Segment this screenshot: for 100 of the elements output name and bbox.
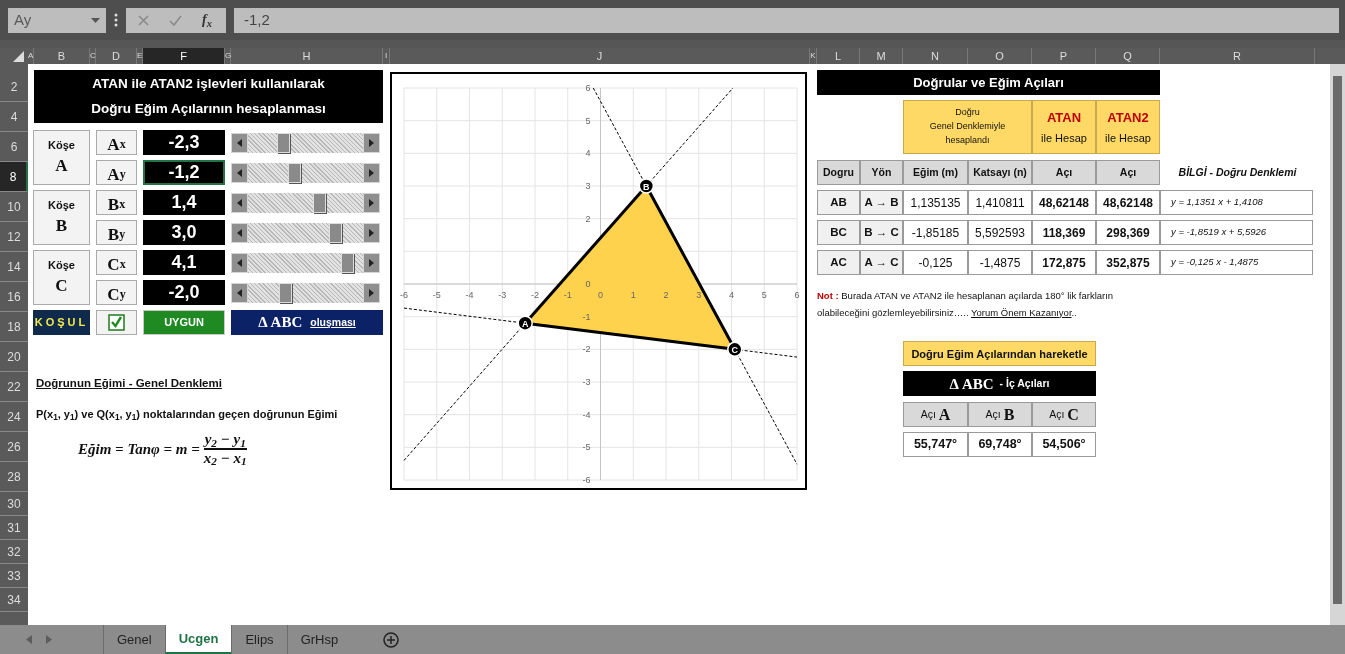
column-heading: Yön (860, 160, 903, 185)
tick-label: -5 (432, 290, 441, 300)
table-cell: y = -1,8519 x + 5,5926 (1160, 220, 1313, 245)
table-cell: 298,369 (1096, 220, 1160, 245)
left-arrow-icon (237, 258, 242, 267)
value-cell[interactable]: 1,4 (143, 190, 225, 215)
slider-left-button[interactable] (231, 222, 248, 243)
slider-left-button[interactable] (231, 192, 248, 213)
table-cell: -1,4875 (968, 250, 1032, 275)
triangle-label: Δ ABC (258, 313, 303, 333)
slider-thumb[interactable] (278, 282, 292, 303)
slider-thumb[interactable] (329, 222, 343, 243)
coordinate-label: Cx (96, 250, 137, 275)
point-label: C (731, 344, 739, 355)
caret-icon (91, 17, 100, 23)
slider-thumb[interactable] (288, 162, 301, 183)
right-arrow-icon (369, 198, 374, 207)
table-cell: B → C (860, 220, 903, 245)
name-box[interactable]: Ay (8, 7, 106, 33)
check-icon[interactable] (169, 14, 182, 26)
right-arrow-icon (369, 138, 374, 147)
slider-left-button[interactable] (231, 252, 248, 273)
condition-label: KOŞUL (33, 310, 90, 335)
tick-label: 2 (585, 213, 591, 224)
corner-letter: C (55, 275, 68, 297)
sheet-tab[interactable]: GrHsp (286, 625, 352, 654)
column-heading: Açı B (968, 402, 1032, 428)
point-label: A (521, 318, 529, 329)
table-cell: y = 1,1351 x + 1,4108 (1160, 190, 1313, 215)
scrollbar-thumb[interactable] (1333, 76, 1342, 604)
vertical-scrollbar[interactable] (1330, 64, 1345, 625)
row-header[interactable]: 8 (0, 162, 28, 192)
table-cell: 5,592593 (968, 220, 1032, 245)
tick-label: -4 (582, 409, 591, 420)
value-cell[interactable]: -2,3 (143, 130, 225, 155)
tick-label: -1 (563, 290, 572, 300)
slider-right-button[interactable] (363, 132, 380, 153)
coordinate-label: Cy (96, 280, 137, 305)
coordinate-label: Bx (96, 190, 137, 215)
slope-sentence: P(x$_{1}$, y$_{1}$) ve Q(x$_{1}$, y$_{1}$) noktalarından geçen doğrunun Eğimi (36, 407, 339, 423)
tick-label: -6 (582, 475, 591, 485)
section-title: Doğrular ve Eğim Açıları (817, 70, 1160, 95)
sheet-tab[interactable]: Ucgen (164, 625, 232, 654)
slider-left-button[interactable] (231, 282, 248, 303)
tick-label: -2 (531, 290, 539, 300)
slider-right-button[interactable] (363, 222, 380, 243)
right-arrow-icon (369, 258, 374, 267)
corner-word: Köşe (48, 197, 75, 213)
add-sheet-icon[interactable] (383, 631, 400, 648)
slider-left-button[interactable] (231, 132, 248, 153)
right-arrow-icon (369, 168, 374, 177)
table-cell: -1,85185 (903, 220, 968, 245)
banner-text: - İç Açıları (999, 375, 1050, 391)
table-cell: 172,875 (1032, 250, 1096, 275)
column-heading: Açı (1032, 160, 1096, 185)
formula-field[interactable]: -1,2 (234, 7, 1339, 33)
value-cell[interactable]: -2,0 (143, 280, 225, 305)
note-link[interactable]: Yorum Önem Kazanıyor (971, 306, 1072, 318)
corner-letter: A (55, 155, 68, 177)
column-heading: Açı A (903, 402, 968, 428)
slider-right-button[interactable] (363, 252, 380, 273)
tick-label: 5 (585, 115, 591, 126)
tick-label: 5 (761, 290, 767, 300)
tick-label: 4 (729, 290, 734, 300)
coordinate-label: By (96, 220, 137, 245)
left-arrow-icon (237, 138, 242, 147)
angles-button[interactable]: Doğru Eğim Açılarından hareketle (903, 341, 1096, 367)
column-heading: Eğim (m) (903, 160, 968, 185)
more-icon[interactable] (114, 13, 118, 27)
tick-label: 6 (585, 83, 591, 93)
tick-label: -2 (582, 344, 591, 355)
title-text: ATAN ile ATAN2 işlevleri kullanılarak (91, 75, 326, 94)
condition-checkbox[interactable] (96, 310, 137, 335)
sheet-tab[interactable]: Genel (103, 625, 165, 654)
table-cell: 118,369 (1032, 220, 1096, 245)
function-name: ATAN (1046, 109, 1082, 127)
slider-thumb[interactable] (276, 132, 290, 153)
table-cell: BC (817, 220, 860, 245)
slider-right-button[interactable] (363, 192, 380, 213)
value-cell[interactable]: 4,1 (143, 250, 225, 275)
left-arrow-icon (237, 288, 242, 297)
table-cell: 55,747° (903, 432, 968, 458)
tick-label: 1 (630, 290, 636, 300)
column-heading: Açı (1096, 160, 1160, 185)
tick-label: -1 (582, 311, 591, 322)
header-line: Genel Denklemiyle (929, 120, 1006, 134)
section-heading: Doğrunun Eğimi - Genel Denklemi (36, 376, 223, 391)
value-cell[interactable]: 3,0 (143, 220, 225, 245)
sheet-tab[interactable]: Elips (231, 625, 287, 654)
slider-thumb[interactable] (313, 192, 327, 213)
slider-thumb[interactable] (340, 252, 354, 273)
slider-right-button[interactable] (363, 162, 380, 183)
tick-label: 3 (585, 181, 591, 191)
status-label: UYGUN (143, 310, 225, 335)
slider-right-button[interactable] (363, 282, 380, 303)
header-line: Doğru (955, 106, 980, 120)
slider-left-button[interactable] (231, 162, 248, 183)
checkbox-checked-icon (108, 314, 125, 331)
value-cell[interactable]: -1,2 (143, 160, 225, 185)
insert-function-button[interactable]: f$_{x}$ (202, 13, 212, 27)
